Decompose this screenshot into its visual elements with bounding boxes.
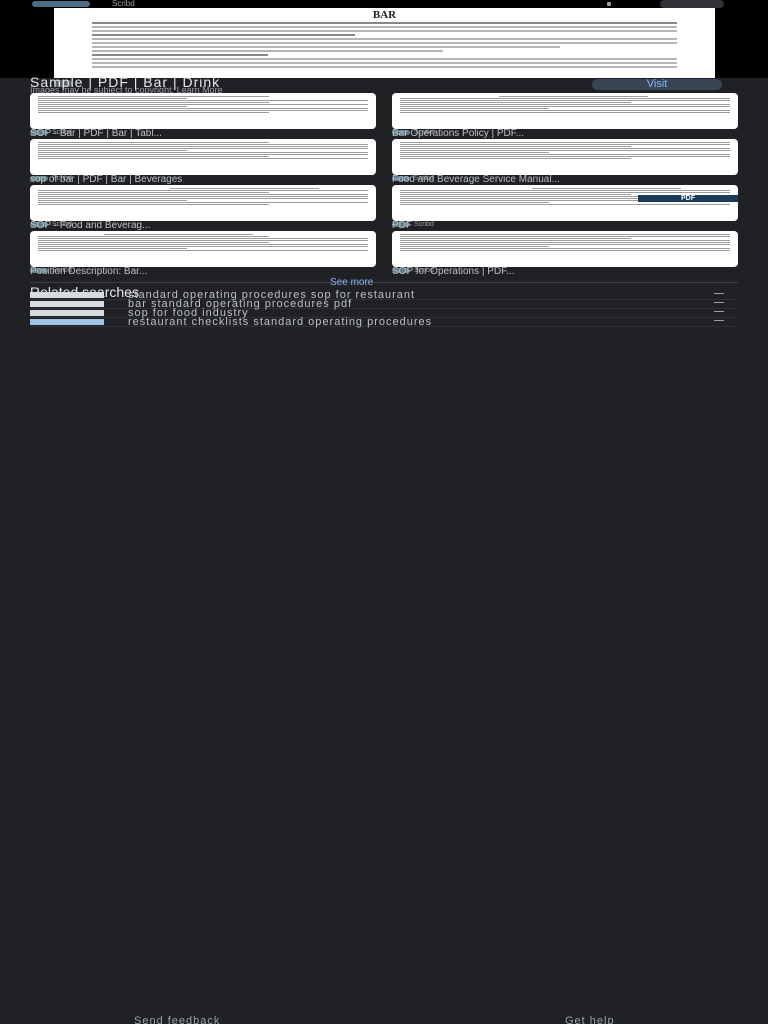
card-caption[interactable]: Bar Operations Policy | PDF...: [392, 129, 524, 139]
related-searches-list: standard operating procedures sop for re…: [30, 290, 738, 328]
related-image-thumbnail[interactable]: [30, 93, 376, 129]
chevron-right-icon: [714, 320, 724, 324]
see-more-button[interactable]: See more: [330, 278, 373, 288]
related-image-card[interactable]: Scribd Position Description: Bar...: [30, 231, 376, 277]
related-search-thumbnail: [30, 292, 104, 298]
related-image-thumbnail[interactable]: [30, 139, 376, 175]
card-caption[interactable]: SOP - Bar | PDF | Bar | Tabl...: [30, 129, 162, 139]
related-image-thumbnail[interactable]: [30, 185, 376, 221]
related-search-thumbnail: [30, 319, 104, 325]
back-icon[interactable]: [32, 1, 90, 7]
related-image-thumbnail[interactable]: [392, 231, 738, 267]
more-options-icon[interactable]: [607, 2, 611, 6]
card-caption[interactable]: SOP for Operations | PDF...: [392, 267, 514, 277]
related-image-thumbnail[interactable]: [392, 93, 738, 129]
card-caption[interactable]: sop of bar | PDF | Bar | Beverages: [30, 175, 182, 185]
footer: Send feedback Get help: [0, 1014, 768, 1024]
card-caption[interactable]: Food and Beverage Service Manual...: [392, 175, 560, 185]
related-image-card[interactable]: Scribd Food and Beverage Service Manual.…: [392, 139, 738, 185]
related-search-text[interactable]: restaurant checklists standard operating…: [128, 317, 432, 328]
card-caption[interactable]: SOP - Food and Beverag...: [30, 221, 150, 231]
related-image-card[interactable]: Scribd SOP - Food and Beverag...: [30, 185, 376, 231]
chevron-right-icon: [714, 293, 724, 297]
document-preview-image[interactable]: BAR: [54, 8, 715, 78]
preview-top-bar: Scribd: [0, 0, 768, 8]
related-image-card[interactable]: Scribd SOP for Operations | PDF...: [392, 231, 738, 277]
related-image-card[interactable]: Scribd SOP - Bar | PDF | Bar | Tabl...: [30, 93, 376, 139]
card-caption[interactable]: Position Description: Bar...: [30, 267, 147, 277]
related-image-card[interactable]: Scribd Bar Operations Policy | PDF...: [392, 93, 738, 139]
share-button[interactable]: [660, 0, 724, 8]
document-preview-title: BAR: [372, 9, 397, 21]
pdf-badge: PDF: [638, 195, 738, 202]
send-feedback-link[interactable]: Send feedback: [134, 1016, 220, 1024]
divider: [30, 282, 738, 283]
get-help-link[interactable]: Get help: [565, 1016, 615, 1024]
visit-button[interactable]: Visit: [592, 79, 722, 90]
related-search-thumbnail: [30, 310, 104, 316]
related-image-card[interactable]: PDF Scribd PDF: [392, 185, 738, 231]
chevron-right-icon: [714, 302, 724, 306]
card-caption[interactable]: PDF: [392, 221, 412, 231]
related-search-item[interactable]: restaurant checklists standard operating…: [30, 317, 738, 328]
related-image-thumbnail[interactable]: [30, 231, 376, 267]
chevron-right-icon: [714, 311, 724, 315]
related-image-thumbnail[interactable]: [392, 139, 738, 175]
related-search-thumbnail: [30, 301, 104, 307]
preview-source-name[interactable]: Scribd: [112, 0, 135, 8]
related-image-card[interactable]: Scribd sop of bar | PDF | Bar | Beverage…: [30, 139, 376, 185]
card-source: Scribd: [414, 221, 434, 228]
related-image-thumbnail[interactable]: PDF: [392, 185, 738, 221]
